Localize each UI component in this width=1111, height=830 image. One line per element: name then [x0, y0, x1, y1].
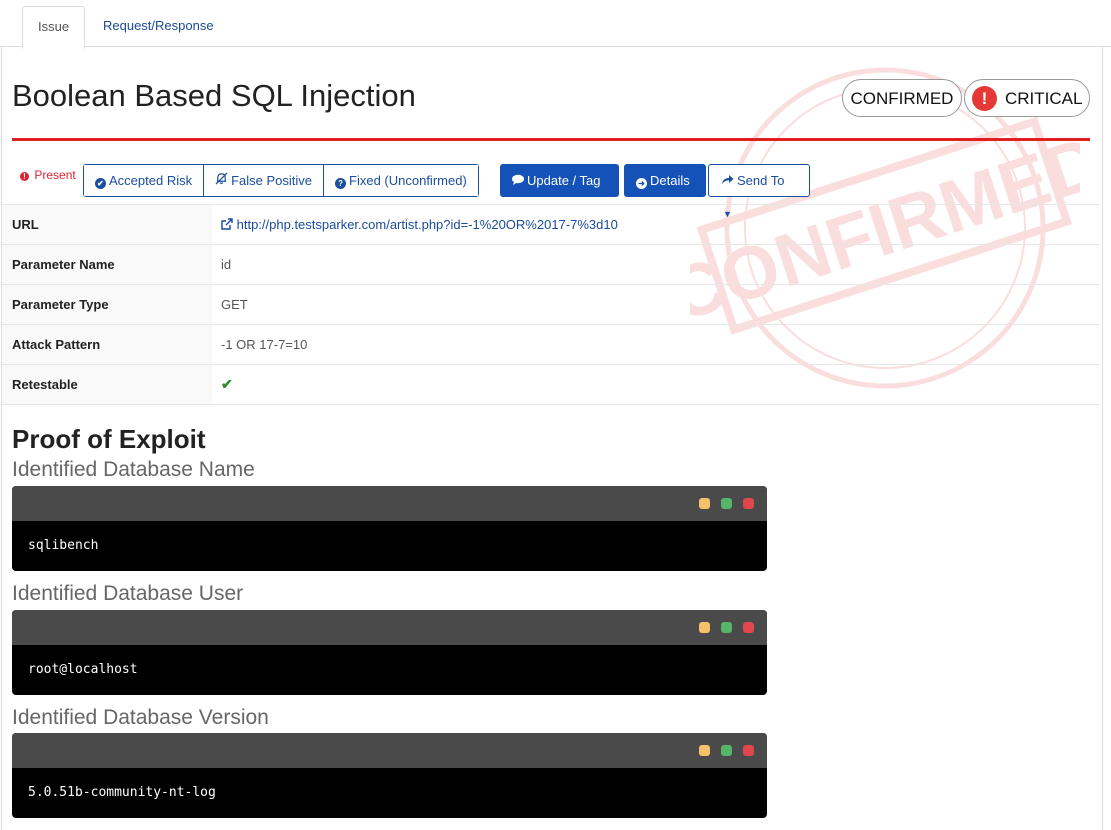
- property-value: http://php.testsparker.com/artist.php?id…: [212, 204, 1100, 245]
- property-key: URL: [2, 204, 212, 245]
- proof-item-label: Identified Database User: [12, 582, 244, 605]
- green-dot-icon: [721, 745, 732, 756]
- update-tag-label: Update / Tag: [527, 173, 601, 188]
- property-key: Attack Pattern: [2, 324, 212, 365]
- terminal-box: root@localhost: [12, 610, 767, 695]
- terminal-box: sqlibench: [12, 486, 767, 571]
- green-dot-icon: [721, 622, 732, 633]
- terminal-title-bar: [12, 733, 767, 768]
- red-dot-icon: [743, 745, 754, 756]
- yellow-dot-icon: [699, 745, 710, 756]
- property-value: id: [212, 244, 1100, 285]
- table-row: Attack Pattern -1 OR 17-7=10: [2, 324, 1100, 365]
- proof-of-exploit-heading: Proof of Exploit: [12, 424, 206, 454]
- present-status: ! Present: [20, 168, 76, 182]
- update-tag-button[interactable]: Update / Tag: [500, 164, 619, 197]
- send-to-button[interactable]: Send To ▼: [708, 164, 810, 219]
- severity-label: CRITICAL: [1005, 89, 1083, 108]
- terminal-output: root@localhost: [28, 662, 138, 677]
- table-row: Parameter Name id: [2, 244, 1100, 285]
- fixed-unconfirmed-button[interactable]: ? Fixed (Unconfirmed): [324, 165, 478, 196]
- property-value: -1 OR 17-7=10: [212, 324, 1100, 365]
- red-dot-icon: [743, 498, 754, 509]
- confirmed-badge: CONFIRMED: [842, 79, 962, 117]
- proof-item-label: Identified Database Version: [12, 706, 269, 729]
- accepted-risk-label: Accepted Risk: [109, 173, 193, 188]
- arrow-circle-right-icon: ➜: [636, 178, 647, 189]
- check-circle-icon: ✔: [95, 178, 106, 189]
- false-positive-button[interactable]: False Positive: [204, 165, 325, 197]
- green-dot-icon: [721, 498, 732, 509]
- severity-badge: ! CRITICAL: [964, 79, 1090, 117]
- details-button[interactable]: ➜ Details: [624, 164, 706, 197]
- property-key: Parameter Type: [2, 284, 212, 325]
- share-icon: [721, 166, 734, 197]
- red-dot-icon: [743, 622, 754, 633]
- tab-bar: Issue Request/Response: [0, 0, 1111, 49]
- send-to-label: Send To: [737, 173, 785, 188]
- proof-item-label: Identified Database Name: [12, 458, 255, 481]
- property-key: Retestable: [2, 364, 212, 405]
- question-circle-icon: ?: [335, 178, 347, 189]
- property-value: ✔: [212, 364, 1100, 405]
- state-button-group: ✔ Accepted Risk False Positive ? Fixed (Un…: [83, 164, 479, 197]
- terminal-box: 5.0.51b-community-nt-log: [12, 733, 767, 818]
- check-icon: ✔: [221, 376, 233, 392]
- false-positive-label: False Positive: [231, 173, 313, 188]
- fixed-unconfirmed-label: Fixed (Unconfirmed): [349, 173, 467, 188]
- exclamation-circle-icon: !: [20, 172, 29, 181]
- table-row: Parameter Type GET: [2, 284, 1100, 325]
- vulnerable-url-text: http://php.testsparker.com/artist.php?id…: [236, 217, 618, 232]
- severity-divider: [12, 138, 1090, 141]
- terminal-title-bar: [12, 486, 767, 521]
- present-label: Present: [34, 168, 76, 182]
- tab-issue[interactable]: Issue: [22, 6, 86, 49]
- accepted-risk-button[interactable]: ✔ Accepted Risk: [84, 165, 205, 196]
- property-key: Parameter Name: [2, 244, 212, 285]
- issue-properties-table: URL http://php.testsparker.com/artist.ph…: [2, 204, 1100, 405]
- terminal-output: sqlibench: [28, 538, 99, 553]
- table-row: Retestable ✔: [2, 364, 1100, 405]
- terminal-title-bar: [12, 610, 767, 645]
- vulnerable-url-link[interactable]: http://php.testsparker.com/artist.php?id…: [221, 217, 618, 232]
- tab-request-response[interactable]: Request/Response: [88, 6, 229, 46]
- external-link-icon: [221, 217, 237, 232]
- property-value: GET: [212, 284, 1100, 325]
- terminal-output: 5.0.51b-community-nt-log: [28, 785, 216, 800]
- comment-icon: [512, 165, 524, 198]
- details-label: Details: [650, 173, 690, 188]
- yellow-dot-icon: [699, 498, 710, 509]
- bell-slash-icon: [215, 166, 228, 197]
- issue-title: Boolean Based SQL Injection: [12, 78, 416, 113]
- yellow-dot-icon: [699, 622, 710, 633]
- exclamation-circle-icon: !: [972, 86, 997, 111]
- table-row: URL http://php.testsparker.com/artist.ph…: [2, 204, 1100, 245]
